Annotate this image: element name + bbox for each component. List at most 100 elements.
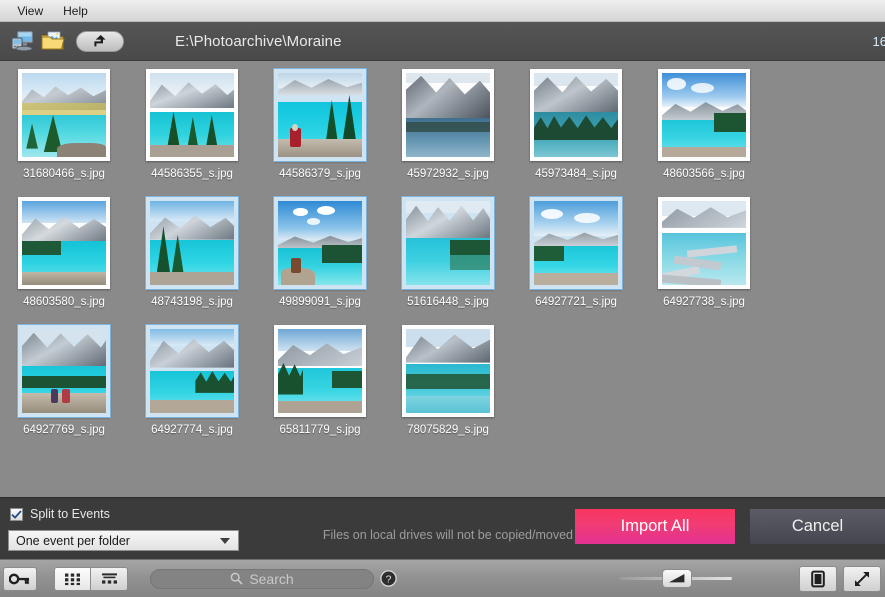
- thumbnail-cell[interactable]: 51616448_s.jpg: [384, 196, 512, 325]
- menu-item-help[interactable]: Help: [53, 2, 98, 20]
- photo-preview-image: [150, 73, 234, 157]
- thumbnail[interactable]: [402, 325, 494, 417]
- thumbnail[interactable]: [658, 197, 750, 289]
- photo-preview-image: [278, 329, 362, 413]
- path-toolbar: E:\Photoarchive\Moraine 16: [0, 22, 885, 61]
- thumbnail-filename: 44586379_s.jpg: [279, 168, 361, 180]
- photo-preview-image: [22, 73, 106, 157]
- thumbnail-filename: 51616448_s.jpg: [407, 296, 489, 308]
- thumbnail[interactable]: [402, 69, 494, 161]
- thumbnail-filename: 49899091_s.jpg: [279, 296, 361, 308]
- import-all-button[interactable]: Import All: [575, 509, 735, 544]
- photo-preview-image: [22, 201, 106, 285]
- photo-preview-image: [150, 201, 234, 285]
- photo-preview-image: [406, 329, 490, 413]
- photo-preview-image: [406, 73, 490, 157]
- thumbnail-cell[interactable]: 65811779_s.jpg: [256, 325, 384, 453]
- photo-preview-image: [662, 73, 746, 157]
- thumbnail-cell[interactable]: 48603580_s.jpg: [0, 197, 128, 325]
- split-to-events-row[interactable]: Split to Events: [10, 507, 110, 521]
- thumbnail-filename: 64927769_s.jpg: [23, 424, 105, 436]
- thumbnail-filename: 45972932_s.jpg: [407, 168, 489, 180]
- list-view-icon[interactable]: [91, 566, 128, 591]
- thumbnail-filename: 48603580_s.jpg: [23, 296, 105, 308]
- thumbnail-filename: 78075829_s.jpg: [407, 424, 489, 436]
- thumbnail-selected[interactable]: [145, 196, 239, 290]
- split-to-events-checkbox[interactable]: [10, 507, 23, 521]
- thumbnail-filename: 31680466_s.jpg: [23, 168, 105, 180]
- thumbnail-cell[interactable]: 64927769_s.jpg: [0, 324, 128, 453]
- item-count-label: 16: [872, 33, 885, 49]
- thumbnail-cell[interactable]: 45972932_s.jpg: [384, 69, 512, 197]
- thumbnail-selected[interactable]: [273, 196, 367, 290]
- thumbnail-filename: 64927738_s.jpg: [663, 296, 745, 308]
- thumbnail-cell[interactable]: 49899091_s.jpg: [256, 196, 384, 325]
- view-mode-group: [54, 566, 128, 591]
- checkmark-icon: [11, 509, 22, 519]
- thumbnail-cell[interactable]: 48743198_s.jpg: [128, 196, 256, 325]
- search-input[interactable]: Search: [150, 568, 374, 589]
- photo-preview-image: [22, 329, 106, 413]
- help-icon[interactable]: ?: [380, 570, 397, 587]
- photo-preview-image: [278, 73, 362, 157]
- photo-preview-image: [150, 329, 234, 413]
- thumbnail-cell[interactable]: 45973484_s.jpg: [512, 69, 640, 197]
- thumbnail-grid-area[interactable]: 31680466_s.jpg 44586355_s.jpg 44586379_s…: [0, 61, 885, 497]
- key-icon[interactable]: [3, 566, 37, 591]
- menu-item-events[interactable]: ts: [0, 2, 7, 20]
- thumbnail[interactable]: [18, 69, 110, 161]
- thumbnail[interactable]: [18, 197, 110, 289]
- photo-preview-image: [662, 201, 746, 285]
- thumbnail-selected[interactable]: [17, 324, 111, 418]
- thumbnail[interactable]: [658, 69, 750, 161]
- computer-icon[interactable]: [8, 26, 38, 56]
- slider-knob[interactable]: [662, 569, 692, 588]
- thumbnail-cell[interactable]: 44586355_s.jpg: [128, 69, 256, 197]
- thumbnail-filename: 48603566_s.jpg: [663, 168, 745, 180]
- search-placeholder: Search: [249, 570, 294, 587]
- status-bar: Search ?: [0, 559, 885, 597]
- zoom-size-icon: [669, 574, 685, 583]
- fullscreen-icon[interactable]: [843, 565, 881, 592]
- thumbnail-filename: 45973484_s.jpg: [535, 168, 617, 180]
- photo-preview-image: [278, 201, 362, 285]
- thumbnail[interactable]: [530, 69, 622, 161]
- thumbnail-size-slider[interactable]: [620, 569, 732, 589]
- panel-toggle-icon[interactable]: [799, 565, 837, 592]
- thumbnail-selected[interactable]: [145, 324, 239, 418]
- photo-preview-image: [534, 201, 618, 285]
- import-photos-window: ts View Help: [0, 0, 885, 597]
- thumbnail-grid: 31680466_s.jpg 44586355_s.jpg 44586379_s…: [0, 68, 885, 453]
- chevron-down-icon: [220, 537, 230, 544]
- thumbnail-filename: 64927721_s.jpg: [535, 296, 617, 308]
- thumbnail[interactable]: [146, 69, 238, 161]
- photo-folder-icon[interactable]: [38, 26, 68, 56]
- svg-text:?: ?: [386, 573, 392, 585]
- event-mode-select[interactable]: One event per folder: [8, 530, 239, 551]
- up-arrow-icon: [93, 35, 106, 47]
- thumbnail-cell[interactable]: 48603566_s.jpg: [640, 69, 768, 197]
- menu-bar: ts View Help: [0, 0, 885, 22]
- current-path-label: E:\Photoarchive\Moraine: [175, 32, 342, 50]
- photo-preview-image: [406, 201, 490, 285]
- split-to-events-label: Split to Events: [30, 507, 110, 521]
- thumbnail-filename: 64927774_s.jpg: [151, 424, 233, 436]
- event-mode-value: One event per folder: [16, 533, 130, 548]
- up-one-level-button[interactable]: [76, 30, 124, 52]
- thumbnail-filename: 65811779_s.jpg: [279, 424, 361, 436]
- search-icon: [230, 572, 243, 585]
- cancel-button[interactable]: Cancel: [750, 509, 885, 544]
- thumbnail-cell[interactable]: 64927721_s.jpg: [512, 196, 640, 325]
- thumbnail-selected[interactable]: [529, 196, 623, 290]
- photo-preview-image: [534, 73, 618, 157]
- thumbnail-cell[interactable]: 31680466_s.jpg: [0, 69, 128, 197]
- thumbnail-selected[interactable]: [273, 68, 367, 162]
- thumbnail-cell[interactable]: 64927774_s.jpg: [128, 324, 256, 453]
- thumbnail-selected[interactable]: [401, 196, 495, 290]
- thumbnail-cell[interactable]: 44586379_s.jpg: [256, 68, 384, 197]
- grid-view-icon[interactable]: [54, 566, 91, 591]
- thumbnail-cell[interactable]: 78075829_s.jpg: [384, 325, 512, 453]
- thumbnail[interactable]: [274, 325, 366, 417]
- thumbnail-cell[interactable]: 64927738_s.jpg: [640, 197, 768, 325]
- menu-item-view[interactable]: View: [7, 2, 53, 20]
